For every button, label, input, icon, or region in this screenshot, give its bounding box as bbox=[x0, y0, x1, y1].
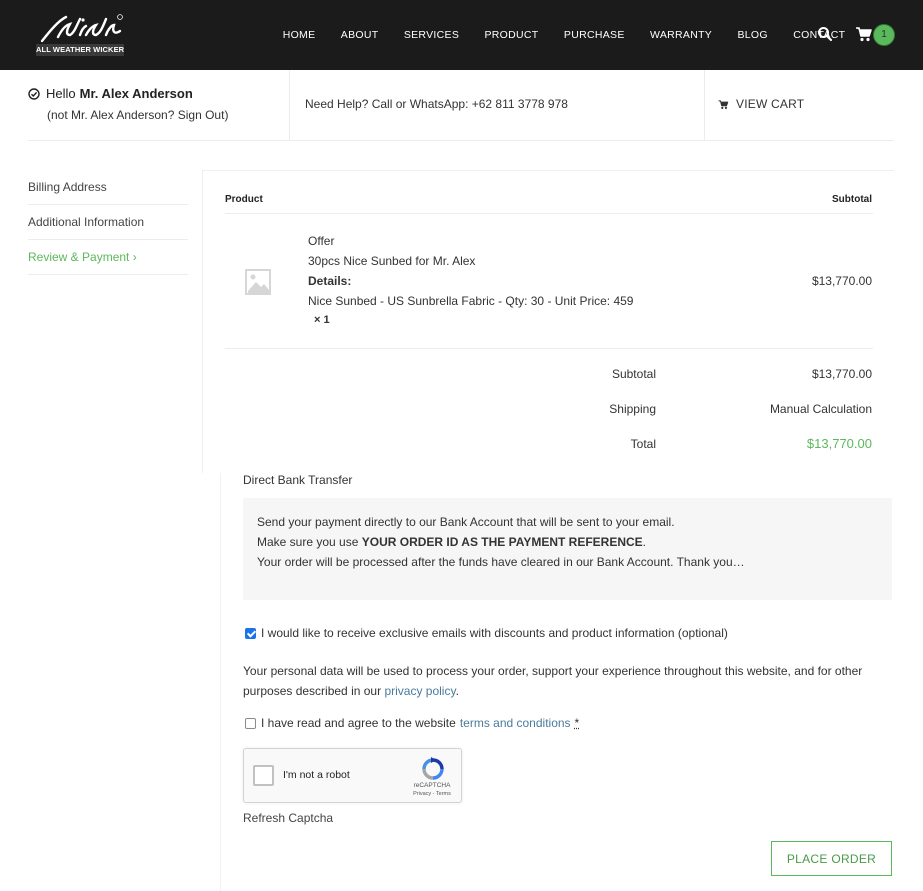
required-marker: * bbox=[574, 716, 580, 730]
divider bbox=[225, 213, 873, 214]
privacy-notice: Your personal data will be used to proce… bbox=[243, 661, 893, 701]
logo-script-icon bbox=[40, 14, 123, 43]
column-header-subtotal: Subtotal bbox=[832, 194, 872, 205]
item-title: Offer bbox=[308, 234, 335, 248]
site-header: ALL WEATHER WICKER HOME ABOUT SERVICES P… bbox=[0, 0, 923, 70]
cart-count-badge[interactable]: 1 bbox=[873, 24, 895, 46]
check-circle-icon bbox=[28, 87, 40, 100]
shipping-value: Manual Calculation bbox=[769, 402, 872, 416]
help-panel: Need Help? Call or WhatsApp: +62 811 377… bbox=[290, 70, 705, 140]
marketing-optin: I would like to receive exclusive emails… bbox=[245, 626, 728, 640]
payment-instruction-2: Make sure you use YOUR ORDER ID AS THE P… bbox=[257, 535, 646, 549]
marketing-optin-checkbox[interactable] bbox=[245, 627, 256, 639]
payment-instructions: Send your payment directly to our Bank A… bbox=[243, 498, 892, 600]
column-header-product: Product bbox=[225, 194, 263, 205]
nav-services[interactable]: SERVICES bbox=[391, 29, 472, 41]
terms-label: I have read and agree to the website bbox=[261, 716, 456, 730]
nav-product[interactable]: PRODUCT bbox=[472, 29, 551, 41]
privacy-notice-text: Your personal data will be used to proce… bbox=[243, 664, 863, 698]
order-review-table: Product Subtotal Offer 30pcs Nice Sunbed… bbox=[202, 170, 894, 473]
nav-blog[interactable]: BLOG bbox=[725, 29, 781, 41]
step-additional-information[interactable]: Additional Information bbox=[28, 205, 188, 240]
not-you-close: ) bbox=[224, 108, 229, 122]
checkout-steps: Billing Address Additional Information R… bbox=[28, 170, 188, 275]
greeting-prefix: Hello bbox=[46, 86, 76, 101]
payment-instruction-3: Your order will be processed after the f… bbox=[257, 555, 745, 569]
greeting-panel: Hello Mr. Alex Anderson (not Mr. Alex An… bbox=[28, 70, 290, 140]
subtotal-label: Subtotal bbox=[611, 367, 656, 381]
total-label: Total bbox=[630, 437, 656, 451]
item-details-label: Details: bbox=[308, 274, 351, 288]
payment-reference-emphasis: YOUR ORDER ID AS THE PAYMENT REFERENCE bbox=[361, 535, 643, 549]
recaptcha-brand: reCAPTCHA bbox=[413, 782, 451, 789]
payment-instruction-2-prefix: Make sure you use bbox=[257, 535, 359, 549]
item-price: $13,770.00 bbox=[811, 274, 872, 288]
nav-home[interactable]: HOME bbox=[270, 29, 328, 41]
main-nav: HOME ABOUT SERVICES PRODUCT PURCHASE WAR… bbox=[270, 0, 858, 70]
not-you-line: (not Mr. Alex Anderson? Sign Out) bbox=[47, 108, 228, 122]
item-name: 30pcs Nice Sunbed for Mr. Alex bbox=[308, 254, 476, 268]
marketing-optin-label: I would like to receive exclusive emails… bbox=[261, 626, 728, 640]
shipping-label: Shipping bbox=[609, 402, 656, 416]
recaptcha-widget: I'm not a robot reCAPTCHA Privacy - Term… bbox=[243, 748, 462, 803]
item-quantity: × 1 bbox=[314, 314, 330, 326]
sign-out-link[interactable]: Sign Out bbox=[178, 108, 225, 122]
privacy-notice-end: . bbox=[455, 684, 459, 698]
product-image-placeholder-icon bbox=[245, 269, 271, 295]
search-icon[interactable] bbox=[817, 26, 833, 42]
account-info-bar: Hello Mr. Alex Anderson (not Mr. Alex An… bbox=[28, 70, 894, 141]
step-billing-address[interactable]: Billing Address bbox=[28, 170, 188, 205]
recaptcha-checkbox[interactable] bbox=[253, 765, 274, 786]
greeting: Hello Mr. Alex Anderson bbox=[28, 86, 193, 101]
logo-tagline: ALL WEATHER WICKER bbox=[36, 44, 125, 56]
view-cart-label: VIEW CART bbox=[736, 97, 805, 111]
recaptcha-label: I'm not a robot bbox=[283, 769, 350, 781]
site-logo[interactable]: ALL WEATHER WICKER bbox=[36, 11, 126, 59]
terms-link[interactable]: terms and conditions bbox=[460, 716, 571, 730]
total-value: $13,770.00 bbox=[806, 436, 872, 451]
details-label: Details: bbox=[308, 274, 352, 288]
cart-icon bbox=[718, 99, 729, 109]
step-review-payment[interactable]: Review & Payment › bbox=[28, 240, 188, 275]
refresh-captcha-link[interactable]: Refresh Captcha bbox=[243, 811, 333, 825]
divider bbox=[225, 348, 873, 349]
user-name: Mr. Alex Anderson bbox=[79, 86, 193, 101]
help-text: Need Help? Call or WhatsApp: +62 811 377… bbox=[305, 97, 568, 111]
recaptcha-logo-icon bbox=[422, 757, 444, 780]
nav-about[interactable]: ABOUT bbox=[328, 29, 391, 41]
terms-checkbox[interactable] bbox=[245, 717, 256, 729]
cart-icon[interactable] bbox=[855, 25, 873, 43]
terms-agreement: I have read and agree to the website ter… bbox=[245, 716, 579, 730]
payment-instruction-2-suffix: . bbox=[642, 535, 646, 549]
subtotal-value: $13,770.00 bbox=[811, 367, 872, 381]
nav-warranty[interactable]: WARRANTY bbox=[637, 29, 724, 41]
not-you-text: (not Mr. Alex Anderson? bbox=[47, 108, 175, 122]
payment-method-title: Direct Bank Transfer bbox=[243, 473, 353, 487]
recaptcha-privacy-terms[interactable]: Privacy - Terms bbox=[404, 791, 460, 797]
view-cart-link[interactable]: VIEW CART bbox=[718, 97, 804, 111]
item-details: Nice Sunbed - US Sunbrella Fabric - Qty:… bbox=[308, 294, 634, 308]
payment-instruction-1: Send your payment directly to our Bank A… bbox=[257, 515, 675, 529]
place-order-button[interactable]: PLACE ORDER bbox=[771, 841, 892, 876]
nav-purchase[interactable]: PURCHASE bbox=[551, 29, 637, 41]
privacy-policy-link[interactable]: privacy policy bbox=[384, 684, 455, 698]
payment-section-border bbox=[220, 473, 221, 891]
